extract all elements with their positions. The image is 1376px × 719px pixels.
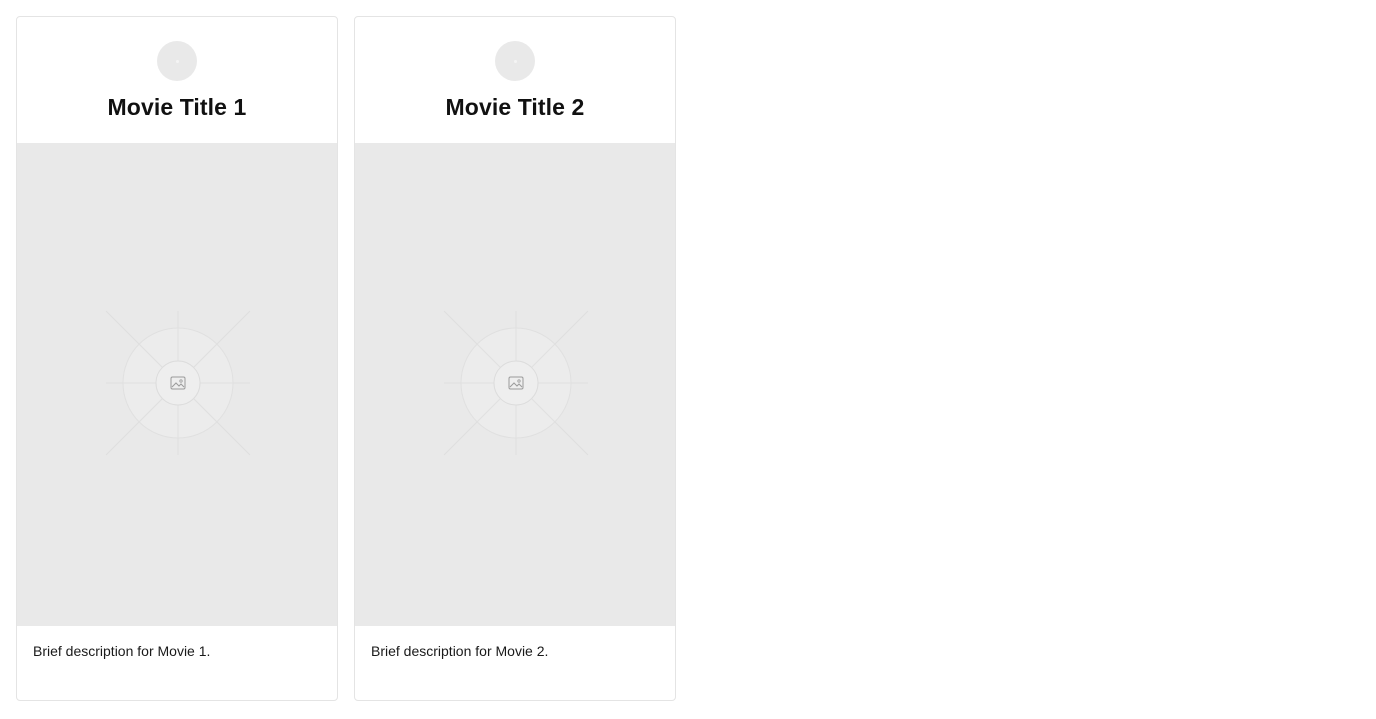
card-image-placeholder xyxy=(355,143,675,626)
card-header: Movie Title 2 xyxy=(355,17,675,143)
card-body: Brief description for Movie 2. xyxy=(355,626,675,700)
card-title: Movie Title 2 xyxy=(445,94,585,120)
card-header: Movie Title 1 xyxy=(17,17,337,143)
card-description: Brief description for Movie 2. xyxy=(371,643,549,659)
card-title: Movie Title 1 xyxy=(107,94,247,120)
card-image-placeholder xyxy=(17,143,337,626)
card-body: Brief description for Movie 1. xyxy=(17,626,337,700)
image-placeholder-icon xyxy=(105,310,251,456)
movie-card[interactable]: Movie Title 1 Brief description for Movi… xyxy=(16,16,338,701)
card-description: Brief description for Movie 1. xyxy=(33,643,211,659)
avatar-placeholder-icon xyxy=(513,59,517,63)
avatar xyxy=(495,41,535,81)
movie-card-grid: Movie Title 1 Brief description for Movi… xyxy=(16,16,676,701)
movie-card[interactable]: Movie Title 2 Brief description for Movi… xyxy=(354,16,676,701)
avatar xyxy=(157,41,197,81)
avatar-placeholder-icon xyxy=(175,59,179,63)
image-placeholder-icon xyxy=(443,310,589,456)
